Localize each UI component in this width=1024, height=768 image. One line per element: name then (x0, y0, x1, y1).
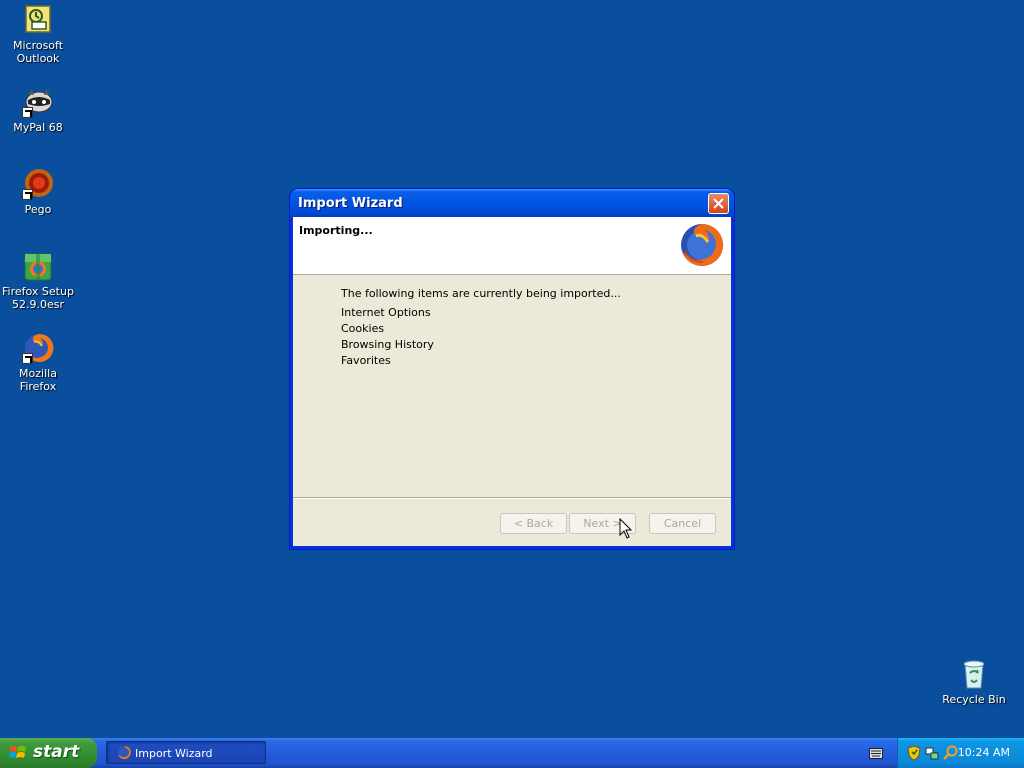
icon-label: Outlook (16, 52, 60, 65)
icon-label: 52.9.0esr (11, 298, 64, 311)
installer-package-icon (22, 250, 54, 282)
footer-separator (293, 497, 731, 499)
firefox-icon (22, 332, 54, 364)
start-label: start (33, 742, 80, 762)
shortcut-arrow-icon (22, 189, 33, 200)
pego-icon (22, 168, 54, 200)
desktop-icon-mypal[interactable]: MyPal 68 (0, 86, 76, 134)
system-tray: 10:24 AM (897, 738, 1024, 768)
shortcut-arrow-icon (22, 107, 33, 118)
import-intro-text: The following items are currently being … (341, 287, 621, 300)
icon-label: MyPal 68 (13, 121, 63, 134)
outlook-icon (22, 4, 54, 36)
taskbar-item-import-wizard[interactable]: Import Wizard (106, 741, 266, 764)
icon-label: Firefox Setup (2, 285, 74, 298)
wizard-content: The following items are currently being … (341, 287, 621, 369)
recycle-bin-icon (958, 658, 990, 690)
import-item: Browsing History (341, 338, 434, 351)
desktop-icon-mozilla-firefox[interactable]: Mozilla Firefox (0, 332, 76, 393)
close-icon (713, 198, 724, 209)
mouse-cursor-icon (619, 517, 633, 543)
dialog-titlebar[interactable]: Import Wizard (290, 189, 734, 217)
keyboard-icon[interactable] (869, 748, 883, 762)
search-icon[interactable] (943, 745, 959, 764)
desktop-icon-firefox-setup[interactable]: Firefox Setup 52.9.0esr (0, 250, 76, 311)
desktop-icon-pego[interactable]: Pego (0, 168, 76, 216)
wizard-page-title: Importing... (299, 224, 373, 237)
close-button[interactable] (708, 193, 729, 214)
import-wizard-dialog: Import Wizard Importing... The following… (290, 189, 734, 549)
raccoon-icon (22, 86, 54, 118)
icon-label: Microsoft (12, 39, 64, 52)
firefox-logo-icon (679, 222, 725, 271)
start-button[interactable]: start (0, 738, 97, 768)
dialog-title: Import Wizard (298, 196, 403, 211)
icon-label: Pego (24, 203, 52, 216)
network-icon[interactable] (925, 745, 939, 764)
security-shield-icon[interactable] (907, 745, 921, 764)
desktop-icon-outlook[interactable]: Microsoft Outlook (0, 4, 76, 65)
icon-label: Recycle Bin (942, 693, 1006, 706)
desktop-icon-recycle-bin[interactable]: Recycle Bin (936, 658, 1012, 706)
cancel-button[interactable]: Cancel (649, 513, 716, 534)
firefox-icon (117, 745, 132, 763)
clock[interactable]: 10:24 AM (958, 746, 1010, 759)
windows-logo-icon (9, 745, 27, 766)
shortcut-arrow-icon (22, 353, 33, 364)
icon-label: Mozilla Firefox (19, 367, 57, 393)
back-button[interactable]: < Back (500, 513, 567, 534)
import-item: Internet Options (341, 306, 431, 319)
wizard-header: Importing... (293, 217, 731, 275)
import-item: Cookies (341, 322, 385, 335)
taskbar-item-label: Import Wizard (135, 747, 213, 760)
import-item: Favorites (341, 354, 391, 367)
